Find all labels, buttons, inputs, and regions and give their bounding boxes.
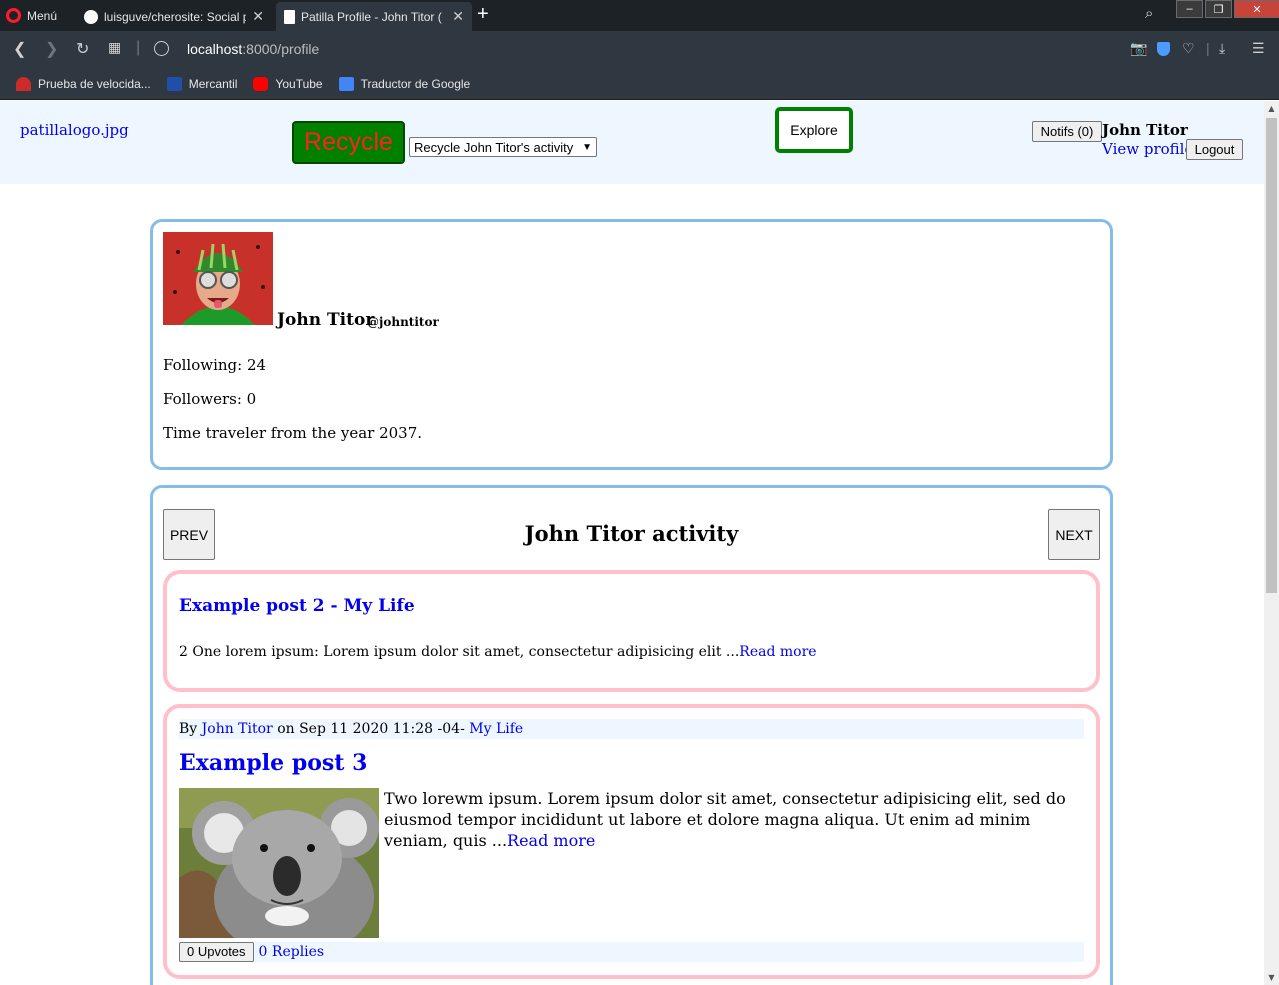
window-controls: – ❐ ✕ <box>1176 0 1279 18</box>
profile-handle: @johntitor <box>367 315 439 329</box>
post-footer: 0 Upvotes 0 Replies <box>179 942 1084 962</box>
recycle-select-value: Recycle John Titor's activity <box>414 139 574 155</box>
post-meta: By John Titor on Sep 11 2020 11:28 -04- … <box>179 719 1084 739</box>
activity-title: John Titor activity <box>524 521 739 546</box>
header-username: John Titor <box>1102 121 1188 139</box>
post-card: Example post 2 - My Life 2 One lorem ips… <box>163 570 1100 692</box>
google-translate-icon <box>338 76 354 91</box>
view-profile-link[interactable]: View profile <box>1102 140 1193 158</box>
post-card: By John Titor on Sep 11 2020 11:28 -04- … <box>163 704 1100 979</box>
page-scrollbar[interactable]: ▲ ▼ <box>1264 101 1279 985</box>
bookmark-label: Mercantil <box>188 76 238 91</box>
tab-title: Patilla Profile - John Titor ( <box>301 9 442 24</box>
bookmark-label: Prueba de velocida... <box>38 76 151 91</box>
bookmark-speedtest[interactable]: Prueba de velocida... <box>16 76 151 91</box>
read-more-link[interactable]: Read more <box>507 831 595 850</box>
close-icon[interactable]: ✕ <box>452 8 464 25</box>
post-section-link[interactable]: My Life <box>469 721 523 737</box>
chevron-down-icon: ▼ <box>582 141 592 153</box>
bookmark-label: YouTube <box>275 76 323 91</box>
scroll-down-icon[interactable]: ▼ <box>1264 970 1279 985</box>
menu-label: Menú <box>27 8 58 23</box>
url-field[interactable]: localhost:8000/profile <box>187 41 319 57</box>
post-date: on Sep 11 2020 11:28 -04- <box>272 721 470 737</box>
site-header: patillalogo.jpg Recycle Recycle John Tit… <box>0 101 1264 184</box>
scroll-up-icon[interactable]: ▲ <box>1264 101 1279 116</box>
read-more-link[interactable]: Read more <box>739 644 816 660</box>
speedtest-icon <box>16 76 31 91</box>
post-excerpt: 2 One lorem ipsum: Lorem ipsum dolor sit… <box>179 644 817 660</box>
recycle-button[interactable]: Recycle <box>292 121 405 164</box>
youtube-icon <box>253 76 269 91</box>
window-close-icon[interactable]: ✕ <box>1234 0 1279 18</box>
post-title-link[interactable]: Example post 2 <box>179 596 325 616</box>
profile-bio: Time traveler from the year 2037. <box>163 424 423 442</box>
reload-icon[interactable]: ↻ <box>76 39 89 59</box>
vpn-shield-icon[interactable] <box>1157 42 1170 56</box>
bookmark-youtube[interactable]: YouTube <box>253 76 323 91</box>
url-host: localhost <box>187 41 243 57</box>
next-button[interactable]: NEXT <box>1048 509 1100 560</box>
close-icon[interactable]: ✕ <box>252 8 264 25</box>
new-tab-icon[interactable]: + <box>477 3 489 26</box>
forward-icon[interactable]: ❯ <box>45 39 58 59</box>
notifications-button[interactable]: Notifs (0) <box>1032 121 1102 142</box>
speed-dial-icon[interactable]: ▦ <box>108 39 121 56</box>
mercantil-icon <box>166 76 182 91</box>
profile-name: John Titor <box>277 310 375 330</box>
bookmark-label: Traductor de Google <box>360 76 471 91</box>
author-link[interactable]: John Titor <box>202 721 273 737</box>
browser-menu-button[interactable]: Menú <box>6 0 57 31</box>
maximize-icon[interactable]: ❐ <box>1205 0 1232 18</box>
post-title-link[interactable]: Example post 3 <box>179 750 367 776</box>
bookmark-google-translate[interactable]: Traductor de Google <box>338 76 471 91</box>
scrollbar-thumb[interactable] <box>1266 118 1277 593</box>
easy-setup-icon[interactable]: ☰ <box>1252 40 1265 57</box>
post-excerpt-text: Two lorewm ipsum. Lorem ipsum dolor sit … <box>384 789 1066 850</box>
post-excerpt: Two lorewm ipsum. Lorem ipsum dolor sit … <box>384 788 1074 851</box>
recycle-select[interactable]: Recycle John Titor's activity ▼ <box>409 137 597 157</box>
logout-button[interactable]: Logout <box>1186 139 1243 160</box>
address-bar: ❮ ❯ ↻ ▦ | localhost:8000/profile 📷 ♡ | ⤓… <box>0 31 1279 68</box>
url-path: :8000/profile <box>242 41 320 57</box>
globe-icon <box>154 41 169 56</box>
opera-logo-icon <box>6 8 21 23</box>
title-separator: - <box>324 596 344 616</box>
back-icon[interactable]: ❮ <box>13 39 26 59</box>
profile-card: John Titor @johntitor Following: 24 Foll… <box>150 219 1113 470</box>
browser-tab-github[interactable]: luisguve/cherosite: Social p ✕ <box>76 2 272 31</box>
divider: | <box>136 39 141 56</box>
page-viewport: patillalogo.jpg Recycle Recycle John Tit… <box>0 101 1264 985</box>
following-count: Following: 24 <box>163 356 267 374</box>
by-prefix: By <box>179 721 202 737</box>
avatar <box>163 232 273 325</box>
post-excerpt-text: 2 One lorem ipsum: Lorem ipsum dolor sit… <box>179 644 740 660</box>
tab-title: luisguve/cherosite: Social p <box>104 9 247 24</box>
minimize-icon[interactable]: – <box>1176 0 1203 18</box>
bookmarks-bar: Prueba de velocida... Mercantil YouTube … <box>0 68 1279 100</box>
site-logo-link[interactable]: patillalogo.jpg <box>20 121 129 139</box>
browser-tab-profile[interactable]: Patilla Profile - John Titor ( ✕ <box>276 2 472 31</box>
explore-button[interactable]: Explore <box>775 107 853 153</box>
replies-link[interactable]: 0 Replies <box>259 942 325 962</box>
github-icon <box>84 9 98 24</box>
post-thumbnail[interactable] <box>179 788 379 938</box>
camera-icon[interactable]: 📷 <box>1130 40 1147 57</box>
page-icon <box>284 9 295 24</box>
divider: | <box>1206 40 1210 56</box>
browser-tab-bar: Menú luisguve/cherosite: Social p ✕ Pati… <box>0 0 1279 31</box>
heart-icon[interactable]: ♡ <box>1182 40 1195 57</box>
upvote-button[interactable]: 0 Upvotes <box>179 942 254 962</box>
search-icon[interactable]: ⌕ <box>1145 5 1153 22</box>
post-section-link[interactable]: My Life <box>343 596 414 616</box>
download-icon[interactable]: ⤓ <box>1219 40 1225 57</box>
activity-card: PREV John Titor activity NEXT Example po… <box>150 485 1113 985</box>
followers-count: Followers: 0 <box>163 390 257 408</box>
bookmark-mercantil[interactable]: Mercantil <box>166 76 238 91</box>
post-title-line: Example post 2 - My Life <box>179 596 415 616</box>
